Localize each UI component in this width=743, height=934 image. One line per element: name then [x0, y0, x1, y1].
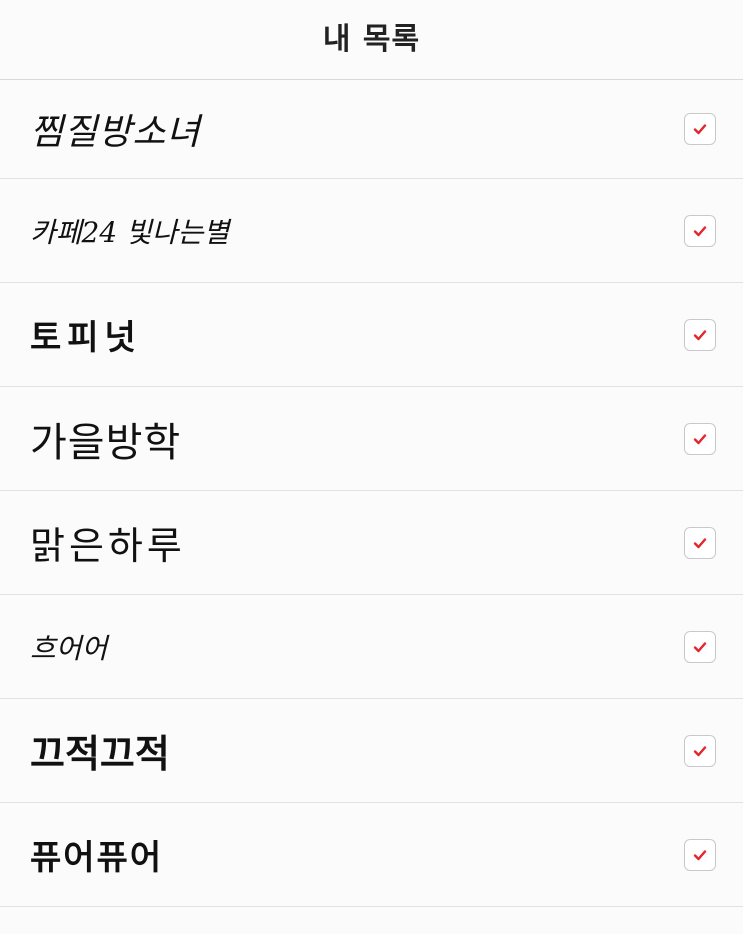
font-checkbox[interactable] — [684, 838, 716, 871]
list-item[interactable]: 흐어어 — [0, 595, 743, 699]
checkmark-icon — [693, 433, 707, 444]
font-name-label: 토피넛 — [30, 318, 142, 358]
font-name-label: 카페24 빛나는별 — [30, 215, 230, 249]
font-checkbox[interactable] — [684, 526, 716, 559]
checkmark-icon — [693, 329, 707, 340]
font-checkbox[interactable] — [684, 318, 716, 351]
font-name-label: 끄적끄적 — [30, 732, 170, 776]
list-item[interactable]: 카페24 빛나는별 — [0, 179, 743, 283]
page-title: 내 목록 — [322, 21, 421, 57]
page-header: 내 목록 — [0, 0, 743, 80]
font-checkbox[interactable] — [684, 422, 716, 455]
font-checkbox[interactable] — [684, 734, 716, 767]
checkmark-icon — [693, 225, 707, 236]
list-item[interactable]: 맑은하루 — [0, 491, 743, 595]
checkmark-icon — [693, 124, 707, 135]
checkmark-icon — [693, 641, 707, 652]
list-item[interactable]: 찜질방소녀 — [0, 80, 743, 179]
font-name-label: 가을방학 — [30, 419, 182, 466]
checkmark-icon — [693, 849, 707, 860]
font-checkbox[interactable] — [684, 214, 716, 247]
checkmark-icon — [693, 537, 707, 548]
font-name-label: 찜질방소녀 — [30, 112, 201, 153]
font-checkbox[interactable] — [684, 113, 716, 145]
font-name-label: 퓨어퓨어 — [30, 838, 164, 878]
font-name-label: 흐어어 — [30, 631, 108, 665]
checkmark-icon — [693, 745, 707, 756]
list-item[interactable]: 토피넛 — [0, 283, 743, 387]
font-name-label: 맑은하루 — [30, 524, 186, 568]
list-item[interactable]: 퓨어퓨어 — [0, 803, 743, 907]
font-checkbox[interactable] — [684, 630, 716, 663]
list-item[interactable]: 끄적끄적 — [0, 699, 743, 803]
list-item[interactable]: 가을방학 — [0, 387, 743, 491]
font-list: 찜질방소녀 카페24 빛나는별 토피넛 가을방학 맑은하루 흐어어 끄적끄적 퓨… — [0, 80, 743, 907]
